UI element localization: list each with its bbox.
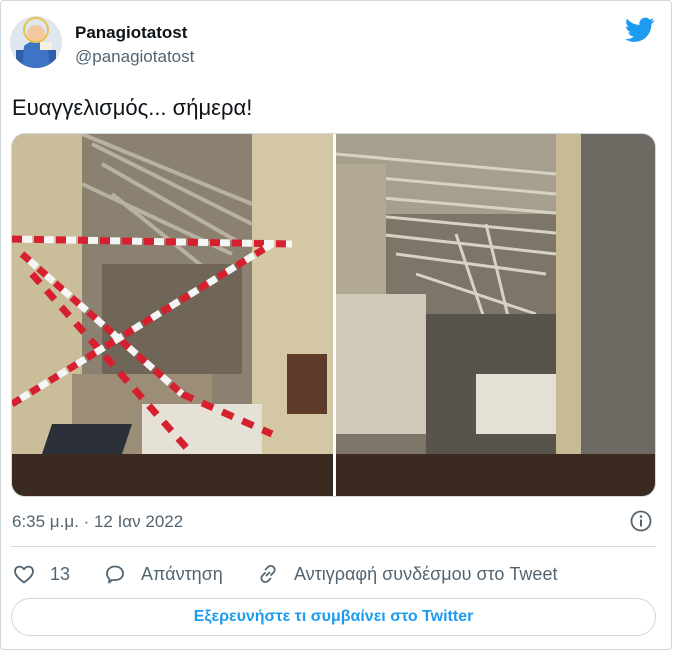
twitter-bird-icon[interactable]	[625, 17, 655, 43]
author-name[interactable]: Panagiotatost	[75, 23, 187, 43]
photo-right[interactable]	[336, 134, 655, 496]
reply-button[interactable]: Απάντηση	[103, 559, 223, 589]
photo-left[interactable]	[12, 134, 333, 496]
like-button[interactable]: 13	[12, 559, 70, 589]
copy-link-button[interactable]: Αντιγραφή συνδέσμου στο Tweet	[256, 559, 557, 589]
like-count: 13	[50, 563, 71, 584]
author-handle[interactable]: @panagiotatost	[75, 47, 194, 67]
heart-icon	[14, 565, 34, 584]
tweet-text: Ευαγγελισμός... σήμερα!	[12, 95, 253, 120]
tweet-timestamp[interactable]: 6:35 μ.μ. · 12 Ιαν 2022	[12, 512, 183, 532]
photo-collapsed-ceiling-taped	[12, 134, 333, 496]
explore-twitter-button[interactable]: Εξερευνήστε τι συμβαίνει στο Twitter	[11, 598, 656, 636]
info-icon[interactable]	[629, 509, 653, 533]
media-grid[interactable]	[11, 133, 656, 497]
reply-label: Απάντηση	[141, 563, 223, 584]
divider	[11, 546, 656, 547]
avatar-image	[10, 16, 62, 68]
link-icon	[260, 564, 276, 584]
avatar[interactable]	[10, 16, 62, 68]
copy-link-label: Αντιγραφή συνδέσμου στο Tweet	[294, 563, 558, 584]
action-bar: 13 Απάντηση Αντιγραφή συνδέσμου στο Twee…	[1, 559, 673, 589]
reply-bubble-icon	[106, 565, 124, 584]
photo-collapsed-ceiling-corridor	[336, 134, 655, 496]
tweet-card: Panagiotatost @panagiotatost Ευαγγελισμό…	[0, 0, 672, 650]
